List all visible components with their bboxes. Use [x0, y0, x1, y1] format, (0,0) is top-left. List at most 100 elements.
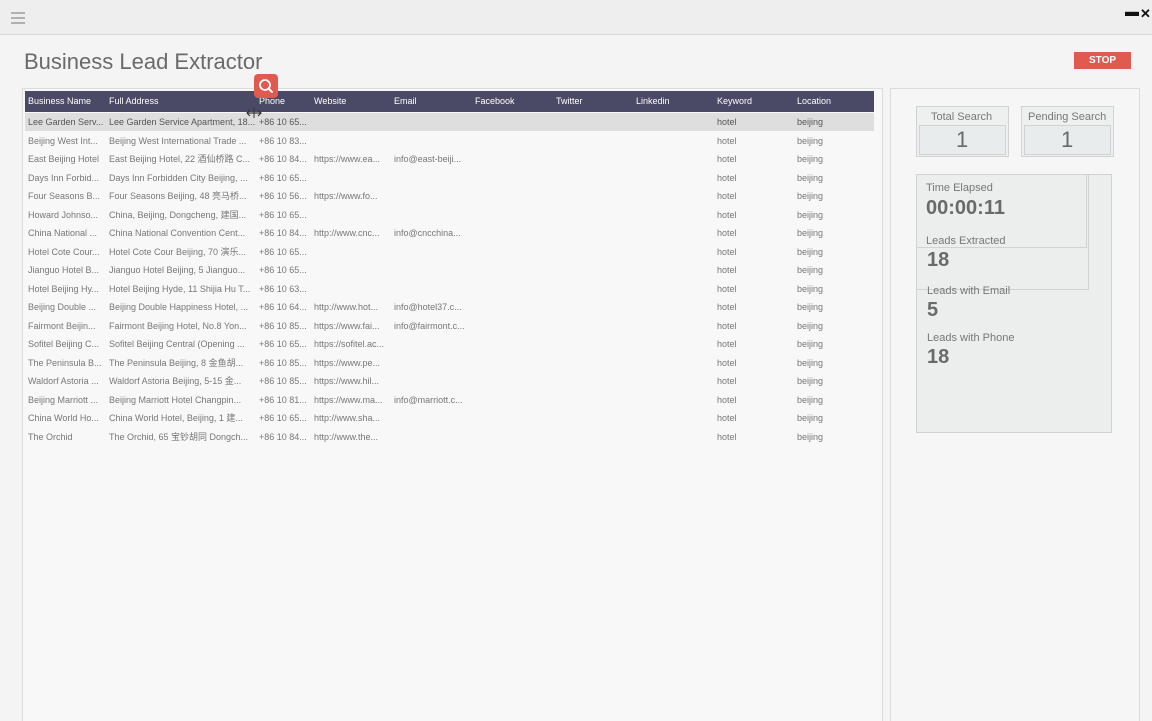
- cell-email: [394, 187, 472, 205]
- cell-facebook: [475, 335, 553, 353]
- cell-location: beijing: [797, 209, 824, 220]
- table-row[interactable]: Waldorf Astoria ... Waldorf Astoria Beiji…: [25, 372, 874, 390]
- cell-full-address: Hotel Beijing Hyde, 11 Shijia Hu T...: [109, 283, 251, 294]
- cell-business-name: Beijing West Int...: [28, 135, 98, 146]
- cell-full-address: Hotel Cote Cour Beijing, 70 演乐...: [109, 246, 247, 257]
- cell-business-name: Four Seasons B...: [28, 191, 101, 201]
- cell-keyword: hotel: [717, 320, 737, 331]
- column-header-keyword[interactable]: Keyword: [717, 91, 752, 112]
- time-elapsed-label: Time Elapsed: [926, 182, 993, 194]
- table-row[interactable]: The Orchid The Orchid, 65 宝钞胡同 Dongch... +…: [25, 428, 874, 446]
- table-row[interactable]: East Beijing Hotel East Beijing Hotel, 22…: [25, 150, 874, 168]
- table-row[interactable]: Hotel Cote Cour... Hotel Cote Cour Beijin…: [25, 243, 874, 261]
- cell-twitter: [556, 391, 634, 409]
- cell-business-name: Jianguo Hotel B...: [28, 265, 100, 275]
- cell-keyword: hotel: [717, 394, 737, 405]
- cell-facebook: [475, 409, 553, 427]
- column-header-twitter[interactable]: Twitter: [556, 91, 583, 112]
- table-row[interactable]: Beijing West Int... Beijing West Internat…: [25, 132, 874, 150]
- cell-email: [394, 280, 472, 298]
- column-header-location[interactable]: Location: [797, 91, 831, 112]
- cell-linkedin: [636, 132, 714, 150]
- leads-with-phone-label: Leads with Phone: [927, 332, 1015, 344]
- cell-email: [394, 169, 472, 187]
- cell-phone: +86 10 65...: [259, 339, 307, 349]
- cell-business-name: China World Ho...: [28, 413, 99, 423]
- cell-website: https://www.pe...: [314, 357, 381, 368]
- column-header-email[interactable]: Email: [394, 91, 417, 112]
- cell-keyword: hotel: [717, 117, 737, 127]
- cell-full-address: Lee Garden Service Apartment, 18...: [109, 117, 256, 127]
- cell-location: beijing: [797, 376, 824, 386]
- cell-location: beijing: [797, 265, 824, 275]
- table-row[interactable]: The Peninsula B... The Peninsula Beijing,…: [25, 354, 874, 372]
- table-row[interactable]: China National ... China National Convent…: [25, 224, 874, 242]
- table-row[interactable]: Four Seasons B... Four Seasons Beijing, 4…: [25, 187, 874, 205]
- cell-location: beijing: [797, 228, 824, 238]
- cell-phone: +86 10 83...: [259, 135, 307, 146]
- table-row[interactable]: China World Ho... China World Hotel, Beij…: [25, 409, 874, 427]
- minimize-icon[interactable]: ▬: [1125, 3, 1139, 19]
- cell-twitter: [556, 187, 634, 205]
- cell-keyword: hotel: [717, 265, 737, 275]
- cell-website: [314, 243, 390, 261]
- cell-email: [394, 261, 472, 279]
- column-header-website[interactable]: Website: [314, 91, 346, 112]
- pending-search-value-box: 1: [1024, 125, 1111, 155]
- table-row[interactable]: Howard Johnso... China, Beijing, Dongchen…: [25, 206, 874, 224]
- table-row[interactable]: Beijing Double ... Beijing Double Happine…: [25, 298, 874, 316]
- cell-website: [314, 169, 390, 187]
- cell-business-name: Fairmont Beijin...: [28, 320, 96, 331]
- cell-website: [314, 132, 390, 150]
- cell-phone: +86 10 56...: [259, 191, 307, 201]
- column-header-linkedin[interactable]: Linkedin: [636, 91, 670, 112]
- cell-website: http://www.hot...: [314, 302, 379, 312]
- cell-linkedin: [636, 335, 714, 353]
- total-search-value: 1: [956, 127, 969, 152]
- title-bar: ▬ ✕: [0, 0, 1152, 35]
- cell-facebook: [475, 187, 553, 205]
- cell-location: beijing: [797, 172, 824, 183]
- cell-twitter: [556, 132, 634, 150]
- total-search-label: Total Search: [931, 111, 993, 123]
- cell-email: info@marriott.c...: [394, 394, 463, 405]
- cell-facebook: [475, 298, 553, 316]
- stop-button[interactable]: STOP: [1074, 52, 1131, 69]
- cell-facebook: [475, 280, 553, 298]
- cell-email: [394, 372, 472, 390]
- cell-website: [314, 206, 390, 224]
- cell-twitter: [556, 317, 634, 335]
- search-icon[interactable]: [254, 74, 278, 98]
- cell-website: [314, 113, 390, 131]
- cell-full-address: Sofitel Beijing Central (Opening ...: [109, 339, 245, 349]
- column-header-full-address[interactable]: Full Address: [109, 91, 159, 112]
- hamburger-icon[interactable]: [11, 12, 25, 24]
- cell-phone: +86 10 84...: [259, 431, 307, 442]
- cell-website: https://www.fo...: [314, 191, 378, 201]
- table-row[interactable]: Lee Garden Serv... Lee Garden Service Apa…: [25, 113, 874, 131]
- pending-search-value: 1: [1061, 127, 1074, 152]
- cell-full-address: Fairmont Beijing Hotel, No.8 Yon...: [109, 320, 247, 331]
- cell-location: beijing: [797, 154, 824, 164]
- table-row[interactable]: Hotel Beijing Hy... Hotel Beijing Hyde, 1…: [25, 280, 874, 298]
- table-row[interactable]: Beijing Marriott ... Beijing Marriott Hot…: [25, 391, 874, 409]
- table-row[interactable]: Sofitel Beijing C... Sofitel Beijing Cent…: [25, 335, 874, 353]
- table-row[interactable]: Jianguo Hotel B... Jianguo Hotel Beijing,…: [25, 261, 874, 279]
- column-header-facebook[interactable]: Facebook: [475, 91, 515, 112]
- cell-twitter: [556, 261, 634, 279]
- cell-website: https://sofitel.ac...: [314, 339, 385, 349]
- cell-business-name: Hotel Beijing Hy...: [28, 283, 99, 294]
- cell-facebook: [475, 261, 553, 279]
- cell-twitter: [556, 280, 634, 298]
- leads-extracted-label: Leads Extracted: [926, 235, 1006, 247]
- cell-facebook: [475, 354, 553, 372]
- column-header-business-name[interactable]: Business Name: [28, 91, 91, 112]
- cell-business-name: Howard Johnso...: [28, 209, 99, 220]
- table-row[interactable]: Fairmont Beijin... Fairmont Beijing Hotel…: [25, 317, 874, 335]
- cell-email: [394, 354, 472, 372]
- cell-phone: +86 10 85...: [259, 357, 307, 368]
- table-row[interactable]: Days Inn Forbid... Days Inn Forbidden Cit…: [25, 169, 874, 187]
- close-icon[interactable]: ✕: [1140, 6, 1151, 22]
- cell-linkedin: [636, 372, 714, 390]
- cell-facebook: [475, 132, 553, 150]
